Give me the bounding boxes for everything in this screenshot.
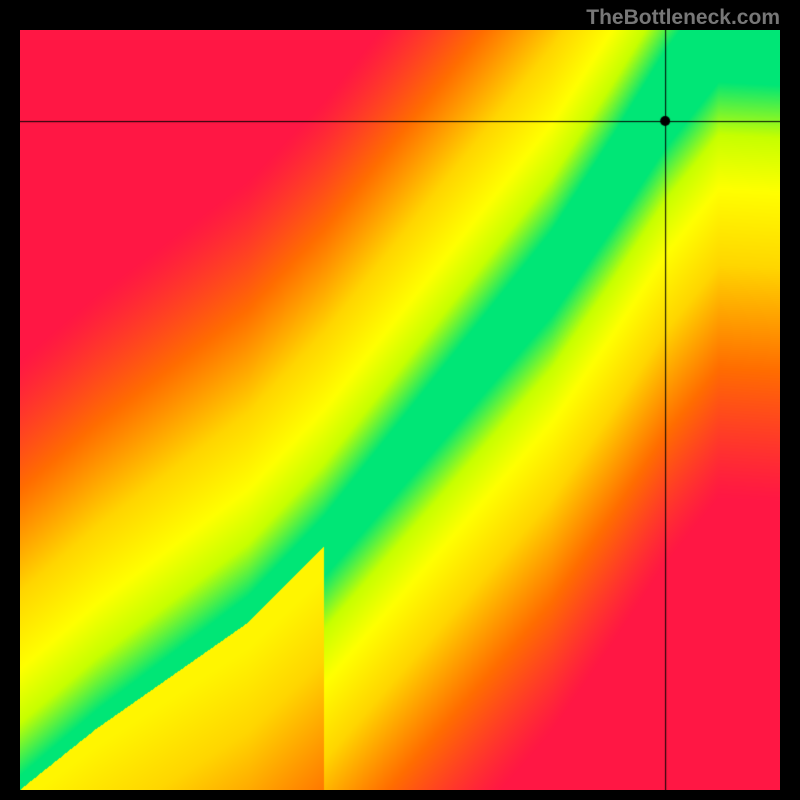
- bottleneck-heatmap: [20, 30, 780, 790]
- watermark-text: TheBottleneck.com: [586, 6, 780, 30]
